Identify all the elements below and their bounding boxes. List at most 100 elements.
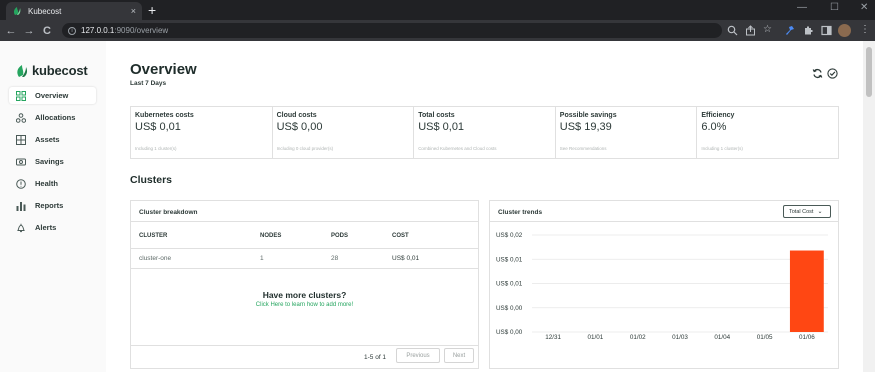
sidebar-item-allocations[interactable]: Allocations: [9, 109, 96, 126]
y-tick-label: US$ 0,02: [496, 232, 523, 239]
stat-possible-savings[interactable]: Possible savings US$ 19,39 See Recommend…: [556, 107, 698, 158]
cell-nodes: 1: [260, 255, 264, 262]
sidebar-item-label: Assets: [35, 135, 60, 144]
sidebar-item-label: Savings: [35, 157, 64, 166]
x-tick-label: 01/01: [588, 334, 604, 341]
column-header-cost[interactable]: COST: [392, 233, 409, 239]
sidebar-item-label: Alerts: [35, 223, 57, 232]
allocations-icon: [16, 112, 26, 123]
card-title: Cluster trends: [498, 209, 543, 216]
stat-label: Efficiency: [701, 112, 735, 119]
tab-close-icon[interactable]: ×: [131, 6, 136, 16]
browser-tab[interactable]: Kubecost ×: [6, 2, 142, 20]
stat-value: US$ 19,39: [559, 121, 612, 133]
status-check-icon[interactable]: [827, 68, 838, 79]
stat-label: Possible savings: [559, 112, 617, 119]
sidebar-item-overview[interactable]: Overview: [9, 87, 96, 104]
app: kubecost Overview Allocations Assets Sav…: [0, 41, 875, 372]
main-content: Overview Last 7 Days Kubernetes costs US…: [106, 41, 863, 372]
cell-cost: US$ 0,01: [392, 255, 420, 262]
stat-cloud-costs[interactable]: Cloud costs US$ 0,00 Including 0 cloud p…: [273, 107, 415, 158]
maximize-icon[interactable]: ☐: [830, 2, 839, 13]
url-path: :9090/overview: [114, 26, 169, 35]
x-tick-label: 01/05: [757, 334, 773, 341]
extension-tool-icon[interactable]: [784, 25, 795, 36]
bookmark-star-icon[interactable]: ☆: [763, 24, 772, 35]
profile-avatar[interactable]: [838, 24, 851, 37]
sidebar-item-reports[interactable]: Reports: [9, 197, 96, 214]
stat-label: Cloud costs: [276, 112, 317, 119]
cluster-trends-chart: US$ 0,02 US$ 0,01 US$ 0,01 US$ 0,00 US$ 0,00…: [496, 232, 828, 341]
kubecost-logo-icon: [17, 64, 28, 77]
metric-select[interactable]: Total Cost ⌄: [783, 205, 831, 218]
divider: [131, 268, 478, 269]
chart-bar[interactable]: [789, 250, 824, 332]
stat-note: Combined Kubernetes and Cloud costs: [418, 146, 497, 151]
divider: [131, 248, 478, 249]
x-tick-label: 01/02: [630, 334, 646, 341]
pagination-count: 1-5 of 1: [364, 354, 387, 361]
stat-kubernetes-costs[interactable]: Kubernetes costs US$ 0,01 Including 1 cl…: [131, 107, 273, 158]
kubecost-logo[interactable]: kubecost: [16, 63, 88, 78]
stat-value: 6.0%: [701, 121, 727, 133]
extensions-puzzle-icon[interactable]: [803, 25, 814, 36]
share-icon[interactable]: [745, 25, 756, 36]
close-window-icon[interactable]: ✕: [860, 2, 868, 13]
url-host: 127.0.0.1: [81, 26, 115, 35]
savings-icon: [16, 157, 26, 167]
health-icon: [16, 178, 26, 189]
column-header-nodes[interactable]: NODES: [260, 233, 281, 239]
back-icon[interactable]: ←: [2, 25, 20, 37]
clusters-section-title: Clusters: [130, 174, 173, 186]
summary-stats: Kubernetes costs US$ 0,01 Including 1 cl…: [130, 106, 839, 159]
x-tick-label: 01/04: [714, 334, 730, 341]
refresh-icon[interactable]: [812, 68, 823, 79]
stat-note: Including 1 cluster(s): [135, 146, 177, 151]
stat-efficiency[interactable]: Efficiency 6.0% Including 1 cluster(s): [697, 107, 838, 158]
stat-note: Including 1 cluster(s): [701, 146, 743, 151]
sidebar-item-health[interactable]: Health: [9, 175, 96, 192]
browser-menu-icon[interactable]: ⋮: [860, 24, 870, 35]
sidebar-item-label: Reports: [35, 201, 64, 210]
y-tick-label: US$ 0,01: [496, 281, 523, 288]
stat-note: See Recommendations: [559, 146, 607, 151]
stat-value: US$ 0,01: [135, 121, 181, 133]
sidebar-item-label: Overview: [35, 91, 69, 100]
forward-icon[interactable]: →: [20, 25, 38, 37]
page-scrollbar[interactable]: [863, 41, 875, 372]
side-panel-icon[interactable]: [821, 25, 832, 36]
site-info-icon[interactable]: i: [68, 26, 76, 35]
browser-tabbar: Kubecost × + — ☐ ✕: [0, 0, 875, 20]
stat-value: US$ 0,00: [276, 121, 323, 133]
scrollbar-thumb[interactable]: [866, 47, 872, 97]
column-header-cluster[interactable]: CLUSTER: [139, 233, 167, 239]
column-header-pods[interactable]: PODS: [331, 233, 348, 239]
x-tick-label: 01/03: [672, 334, 688, 341]
logo-text: kubecost: [32, 63, 88, 78]
sidebar-item-savings[interactable]: Savings: [9, 153, 96, 170]
reload-icon[interactable]: C: [38, 25, 56, 37]
y-tick-label: US$ 0,00: [496, 329, 523, 336]
cell-cluster: cluster-one: [139, 255, 172, 262]
stat-value: US$ 0,01: [418, 121, 465, 133]
address-bar[interactable]: i 127.0.0.1 :9090/overview: [62, 23, 722, 38]
add-clusters-link[interactable]: Click Here to learn how to add more!: [131, 302, 478, 308]
card-title: Cluster breakdown: [139, 209, 198, 216]
reports-icon: [16, 201, 26, 211]
zoom-search-icon[interactable]: [727, 25, 738, 36]
next-button[interactable]: Next: [444, 348, 474, 363]
sidebar-item-assets[interactable]: Assets: [9, 131, 96, 148]
sidebar: kubecost Overview Allocations Assets Sav…: [0, 41, 106, 372]
previous-button[interactable]: Previous: [396, 348, 440, 363]
stat-total-costs[interactable]: Total costs US$ 0,01 Combined Kubernetes…: [414, 107, 556, 158]
page-title: Overview: [130, 61, 197, 78]
minimize-icon[interactable]: —: [797, 2, 807, 13]
x-tick-label: 01/06: [799, 334, 815, 341]
page-subtitle: Last 7 Days: [130, 80, 167, 87]
y-tick-label: US$ 0,00: [496, 305, 523, 312]
cluster-trends-card: Cluster trends Total Cost ⌄ US$ 0,02 US$ …: [489, 200, 839, 369]
new-tab-icon[interactable]: +: [148, 2, 156, 18]
sidebar-item-alerts[interactable]: Alerts: [9, 219, 96, 236]
divider: [131, 345, 478, 346]
chevron-down-icon: ⌄: [817, 209, 823, 215]
